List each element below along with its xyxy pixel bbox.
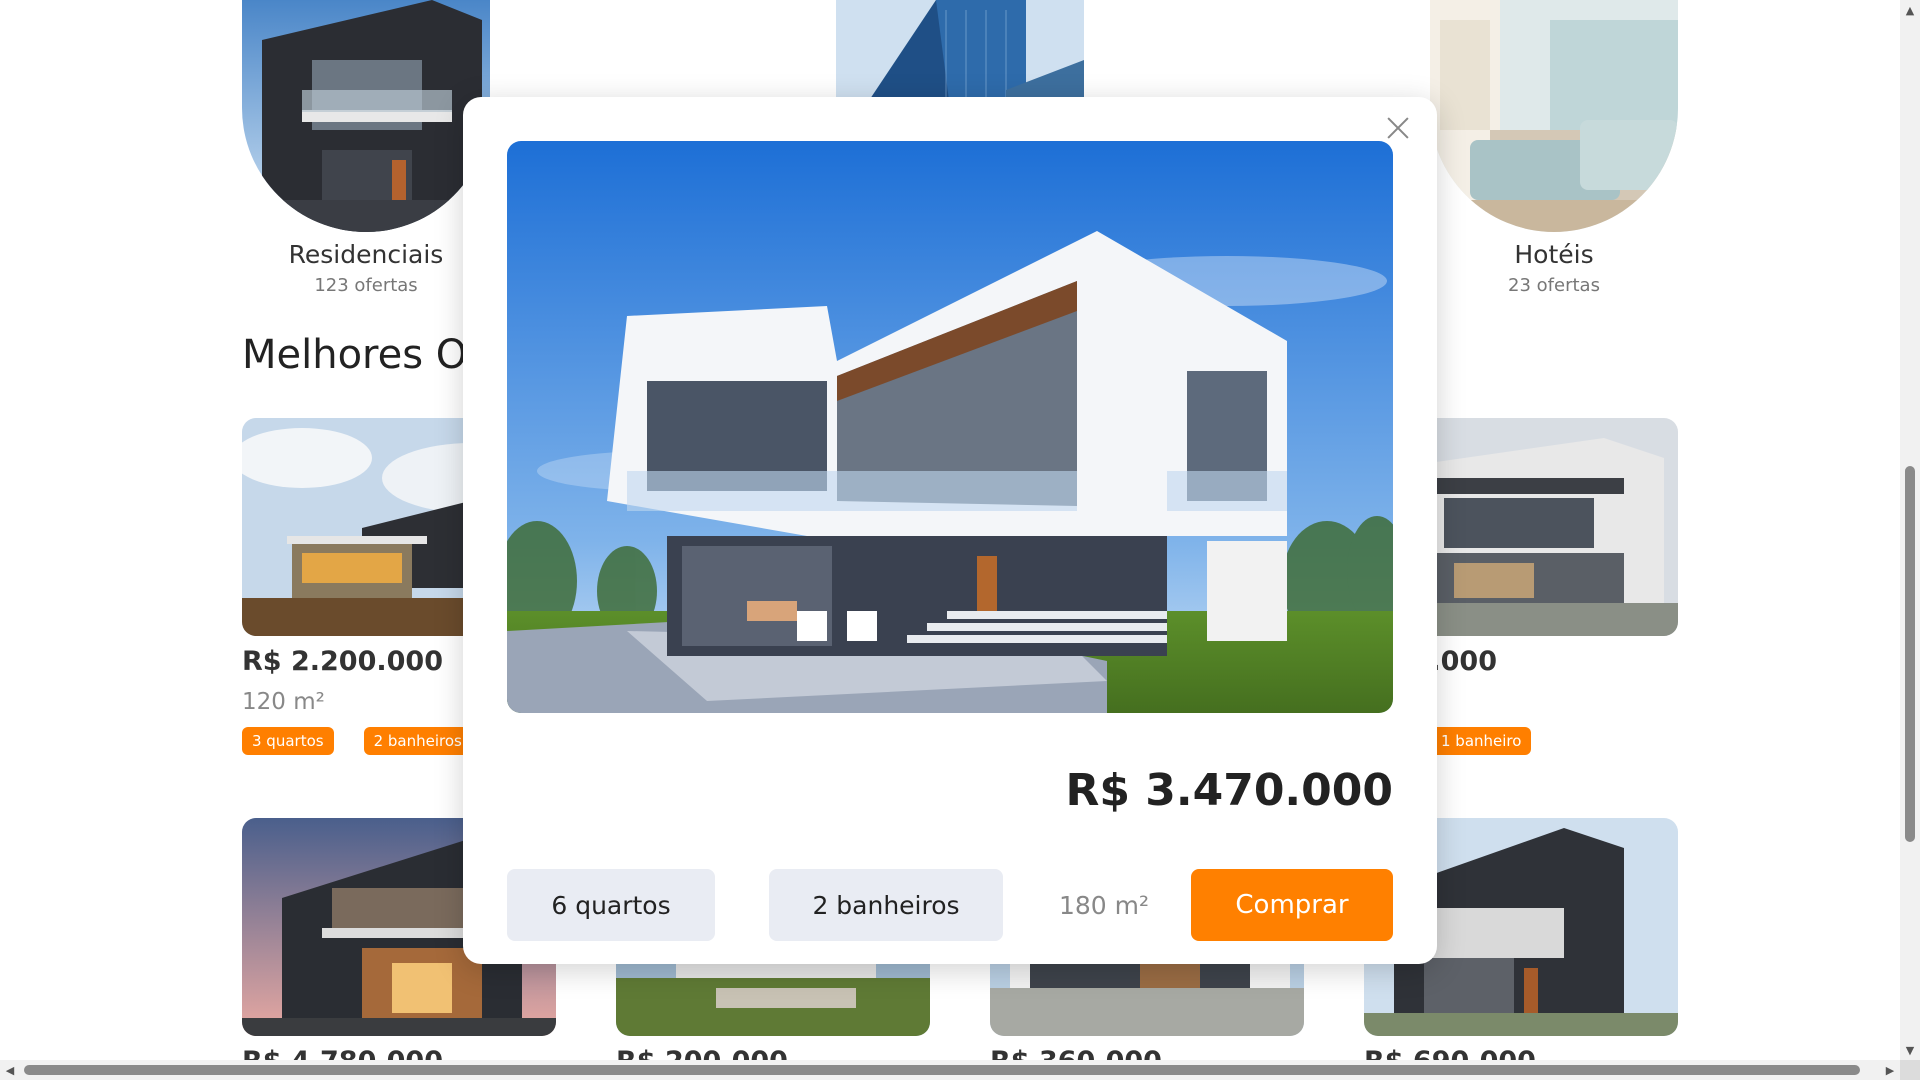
horizontal-scrollbar[interactable]: ◀ ▶ xyxy=(0,1060,1900,1080)
scrollbar-corner xyxy=(1900,1060,1920,1080)
scrollbar-thumb[interactable] xyxy=(1905,466,1915,842)
arrow-left-icon[interactable]: ◀ xyxy=(0,1060,20,1080)
modal-overlay[interactable]: R$ 3.470.000 6 quartos 2 banheiros 180 m… xyxy=(0,0,1900,1060)
buy-button[interactable]: Comprar xyxy=(1191,869,1393,941)
arrow-right-icon[interactable]: ▶ xyxy=(1880,1060,1900,1080)
modal-area: 180 m² xyxy=(1059,890,1150,920)
arrow-down-icon[interactable]: ▼ xyxy=(1900,1040,1920,1060)
arrow-up-icon[interactable]: ▲ xyxy=(1900,0,1920,20)
property-modal: R$ 3.470.000 6 quartos 2 banheiros 180 m… xyxy=(463,97,1437,964)
property-hero-image xyxy=(507,141,1393,713)
close-icon[interactable] xyxy=(1381,111,1415,145)
vertical-scrollbar[interactable]: ▲ ▼ xyxy=(1900,0,1920,1080)
scrollbar-thumb[interactable] xyxy=(24,1065,1860,1075)
bathrooms-pill: 2 banheiros xyxy=(769,869,1003,941)
modal-price: R$ 3.470.000 xyxy=(1065,765,1393,816)
bedrooms-pill: 6 quartos xyxy=(507,869,715,941)
